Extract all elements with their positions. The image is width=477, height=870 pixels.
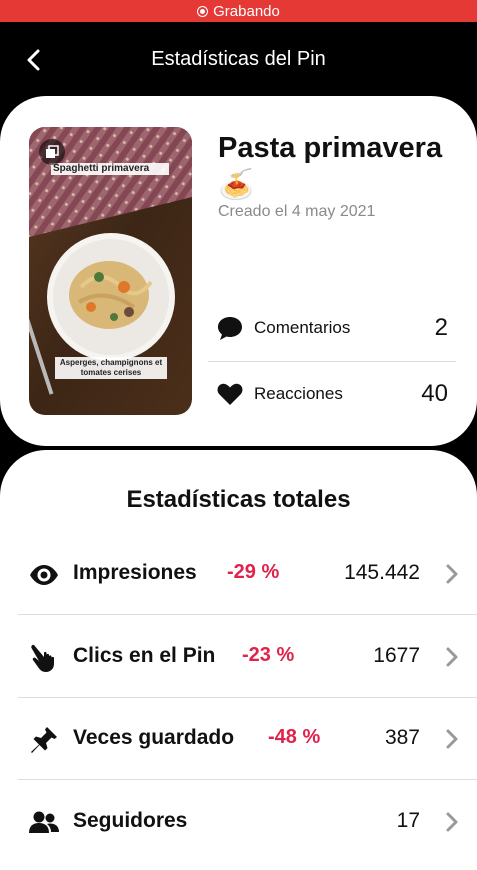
stat-label: Seguidores: [73, 809, 188, 832]
chevron-right-icon: [446, 564, 458, 584]
stat-value: 145.442: [344, 561, 420, 584]
page-title: Estadísticas del Pin: [151, 48, 326, 70]
stat-value: 17: [396, 809, 420, 832]
comment-bubble-icon: [218, 317, 242, 340]
divider: [18, 779, 477, 780]
section-title: Estadísticas totales: [126, 486, 351, 513]
image-caption-bottom: Asperges, champignons et tomates cerises: [59, 358, 163, 377]
divider: [208, 361, 456, 362]
image-caption-top: Spaghetti primavera: [53, 163, 150, 174]
divider: [18, 614, 477, 615]
chevron-right-icon: [446, 647, 458, 667]
stat-label: Impresiones: [73, 561, 197, 584]
comments-label: Comentarios: [254, 318, 351, 337]
stat-row-saves[interactable]: Veces guardado -48 % 387: [0, 698, 477, 780]
stat-row-pin-clicks[interactable]: Clics en el Pin -23 % 1677: [0, 616, 477, 698]
pin-image[interactable]: Spaghetti primavera Asperges, champignon…: [29, 127, 192, 415]
heart-icon: [217, 383, 243, 405]
people-icon: [29, 811, 59, 833]
reactions-stat[interactable]: Reacciones 40: [216, 374, 448, 414]
stat-change: -29 %: [227, 561, 280, 583]
stat-row-followers[interactable]: Seguidores 17: [0, 781, 477, 863]
stat-value: 387: [384, 726, 420, 749]
comments-stat[interactable]: Comentarios 2: [216, 308, 448, 348]
stat-change: -23 %: [242, 644, 295, 666]
record-icon: [197, 5, 209, 17]
pointer-hand-icon: [31, 644, 54, 672]
story-pin-icon: [39, 139, 65, 165]
header: Estadísticas del Pin: [0, 22, 477, 98]
pin-title: Pasta primavera 🍝: [218, 132, 443, 201]
pin-summary-card: Spaghetti primavera Asperges, champignon…: [0, 96, 477, 446]
reactions-label: Reacciones: [254, 384, 343, 403]
stat-row-impressions[interactable]: Impresiones -29 % 145.442: [0, 533, 477, 615]
total-stats-card: Estadísticas totales Impresiones -29 % 1…: [0, 450, 477, 870]
recording-indicator: Grabando: [0, 0, 477, 22]
stat-label: Veces guardado: [73, 726, 235, 749]
stat-label: Clics en el Pin: [73, 644, 216, 667]
pin-created-date: Creado el 4 may 2021: [218, 203, 376, 220]
stat-value: 1677: [373, 644, 420, 667]
comments-value: 2: [434, 314, 448, 341]
chevron-right-icon: [446, 812, 458, 832]
pin-icon: [31, 727, 57, 753]
eye-icon: [30, 565, 58, 585]
stat-change: -48 %: [268, 726, 321, 748]
recording-label: Grabando: [213, 2, 280, 20]
chevron-right-icon: [446, 729, 458, 749]
reactions-value: 40: [421, 380, 448, 407]
